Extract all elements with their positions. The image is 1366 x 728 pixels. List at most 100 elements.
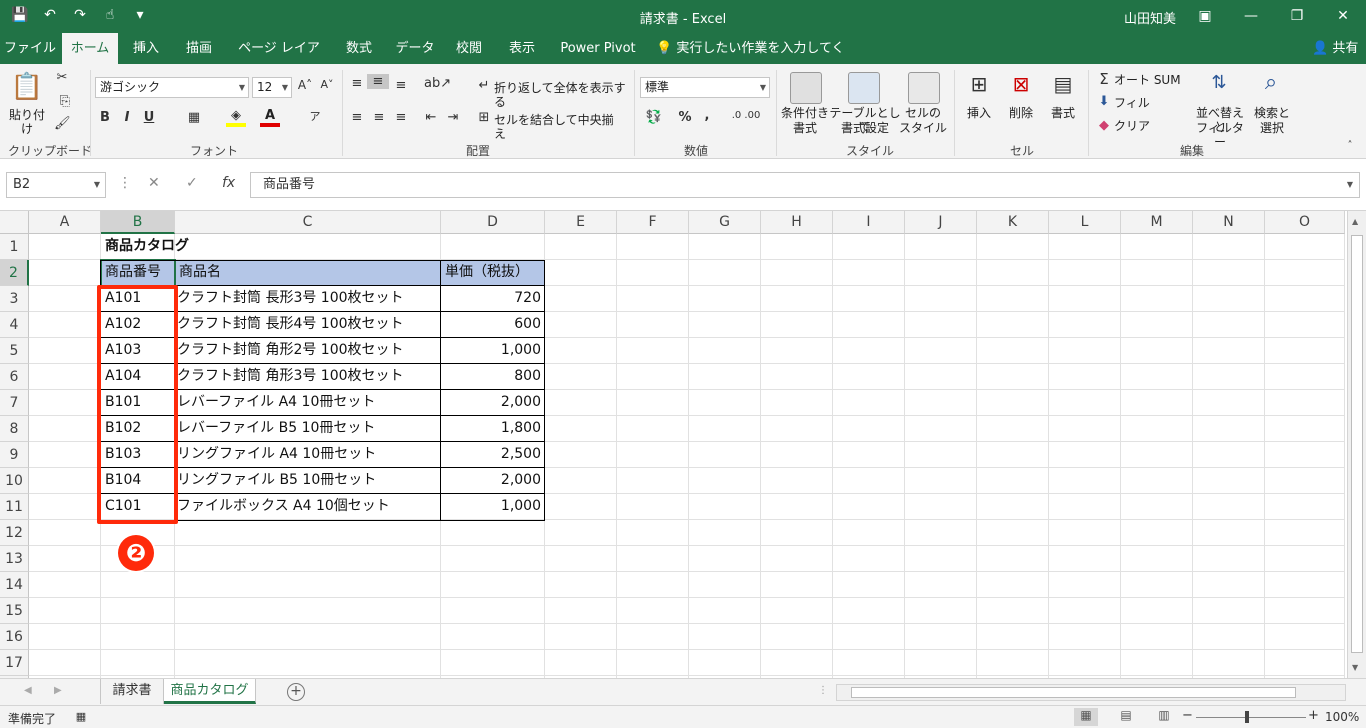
row-header-6[interactable]: 6 (0, 364, 29, 390)
tab-page-layout[interactable]: ページ レイアウト (232, 33, 326, 87)
format-cells-icon[interactable]: ▤ (1048, 72, 1078, 96)
row-header-8[interactable]: 8 (0, 416, 29, 442)
tab-draw[interactable]: 描画 (176, 33, 222, 64)
find-select-icon[interactable]: ⌕ (1256, 70, 1286, 95)
fill-button[interactable]: フィル (1114, 96, 1154, 110)
sheet-tab-catalog[interactable]: 商品カタログ (164, 679, 256, 704)
select-all-corner[interactable] (0, 211, 29, 234)
decimal-buttons[interactable]: .0 .00 (726, 110, 766, 121)
sort-filter-icon[interactable]: ⇅ (1204, 72, 1234, 93)
tab-power-pivot[interactable]: Power Pivot (554, 33, 642, 64)
zoom-level[interactable]: 100% (1325, 710, 1359, 724)
user-name[interactable]: 山田知美 (1124, 8, 1176, 27)
row-header-7[interactable]: 7 (0, 390, 29, 416)
scroll-down-icon[interactable]: ▼ (1352, 663, 1358, 672)
column-header-d[interactable]: D (441, 211, 545, 234)
macro-record-icon[interactable]: ▦ (74, 710, 88, 723)
tell-me-search[interactable]: 💡 実行したい作業を入力してください (656, 33, 846, 87)
conditional-formatting-icon[interactable] (790, 72, 822, 104)
column-header-b[interactable]: B (101, 211, 175, 234)
align-center-icon[interactable]: ≡ (370, 110, 388, 125)
enter-icon[interactable]: ✓ (186, 175, 198, 191)
zoom-slider-knob[interactable] (1245, 711, 1249, 723)
wrap-text-icon[interactable]: ↵ (476, 78, 492, 93)
add-sheet-icon[interactable]: + (287, 683, 305, 701)
align-middle-icon[interactable]: ≡ (367, 74, 389, 89)
restore-button[interactable]: ❐ (1284, 4, 1310, 28)
column-header-a[interactable]: A (29, 211, 101, 234)
row-header-2[interactable]: 2 (0, 260, 29, 286)
vertical-scrollbar[interactable]: ▲ ▼ (1347, 211, 1366, 678)
tab-home[interactable]: ホーム (62, 33, 118, 64)
zoom-out-icon[interactable]: − (1182, 708, 1193, 723)
format-cells-button[interactable]: 書式 (1044, 106, 1082, 120)
autosum-icon[interactable]: Σ (1096, 70, 1112, 88)
prev-sheet-icon[interactable]: ◀ (24, 685, 32, 696)
merge-center-icon[interactable]: ⊞ (476, 110, 492, 125)
row-header-3[interactable]: 3 (0, 286, 29, 312)
copy-icon[interactable]: ⎘ (54, 94, 76, 109)
conditional-formatting-label-1[interactable]: 条件付き (778, 106, 832, 120)
font-name-combo[interactable]: 游ゴシック ▼ (95, 77, 249, 98)
align-left-icon[interactable]: ≡ (348, 110, 366, 125)
cell-styles-label-2[interactable]: スタイル (898, 121, 948, 135)
currency-icon[interactable]: 💱 (642, 110, 666, 125)
orientation-icon[interactable]: ab↗ (424, 76, 451, 91)
row-header-5[interactable]: 5 (0, 338, 29, 364)
close-button[interactable]: ✕ (1330, 4, 1356, 28)
row-header-10[interactable]: 10 (0, 468, 29, 494)
cut-icon[interactable]: ✂ (54, 70, 70, 85)
column-header-n[interactable]: N (1193, 211, 1265, 234)
font-color-icon[interactable]: A (260, 108, 280, 127)
wrap-text-button[interactable]: 折り返して全体を表示する (494, 81, 626, 109)
cell-styles-label-1[interactable]: セルの (898, 106, 948, 120)
page-break-view-icon[interactable]: ▥ (1152, 708, 1176, 726)
row-header-15[interactable]: 15 (0, 598, 29, 624)
column-header-g[interactable]: G (689, 211, 761, 234)
increase-indent-icon[interactable]: ⇥ (444, 110, 462, 125)
insert-cells-button[interactable]: 挿入 (960, 106, 998, 120)
row-header-13[interactable]: 13 (0, 546, 29, 572)
autosum-button[interactable]: オート SUM (1114, 73, 1194, 87)
expand-formula-icon[interactable]: ▼ (1347, 173, 1353, 197)
column-header-k[interactable]: K (977, 211, 1049, 234)
tab-formulas[interactable]: 数式 (336, 33, 382, 64)
underline-button[interactable]: U (142, 110, 156, 125)
next-sheet-icon[interactable]: ▶ (54, 685, 62, 696)
clear-button[interactable]: クリア (1114, 119, 1154, 133)
tab-view[interactable]: 表示 (500, 33, 544, 64)
row-header-14[interactable]: 14 (0, 572, 29, 598)
conditional-formatting-label-2[interactable]: 書式 (778, 121, 832, 135)
fill-icon[interactable]: ⬇ (1096, 94, 1112, 109)
delete-cells-icon[interactable]: ⊠ (1006, 72, 1036, 96)
borders-icon[interactable]: ▦ (184, 110, 204, 125)
scroll-up-icon[interactable]: ▲ (1352, 217, 1358, 226)
clear-icon[interactable]: ◆ (1096, 118, 1112, 133)
formula-input[interactable]: 商品番号 ▼ (250, 172, 1360, 198)
horizontal-scroll-thumb[interactable] (851, 687, 1296, 698)
row-header-4[interactable]: 4 (0, 312, 29, 338)
insert-cells-icon[interactable]: ⊞ (964, 72, 994, 96)
share-button[interactable]: 👤 共有 (1312, 33, 1358, 64)
fill-color-icon[interactable]: ◈ (226, 108, 246, 127)
find-select-label-1[interactable]: 検索と (1252, 106, 1292, 120)
comma-button[interactable]: , (700, 108, 714, 123)
sheet-title-cell[interactable]: 商品カタログ (101, 234, 401, 259)
format-painter-icon[interactable]: 🖌 (54, 116, 71, 131)
tab-data[interactable]: データ (390, 33, 440, 64)
ribbon-display-options-icon[interactable]: ▣ (1192, 4, 1218, 28)
horizontal-scrollbar[interactable] (836, 684, 1346, 701)
sheet-tab-invoice[interactable]: 請求書 (100, 679, 164, 704)
paste-button[interactable]: 貼り付け (4, 108, 50, 136)
cell-styles-icon[interactable] (908, 72, 940, 104)
decrease-font-icon[interactable]: A˅ (318, 78, 336, 91)
page-layout-view-icon[interactable]: ▤ (1114, 708, 1138, 726)
column-header-h[interactable]: H (761, 211, 833, 234)
find-select-label-2[interactable]: 選択 (1252, 121, 1292, 135)
tab-file[interactable]: ファイル (4, 33, 56, 64)
row-header-11[interactable]: 11 (0, 494, 29, 520)
increase-font-icon[interactable]: A˄ (296, 78, 314, 92)
tab-insert[interactable]: 挿入 (124, 33, 168, 64)
cancel-icon[interactable]: ✕ (148, 175, 160, 191)
column-header-o[interactable]: O (1265, 211, 1345, 234)
